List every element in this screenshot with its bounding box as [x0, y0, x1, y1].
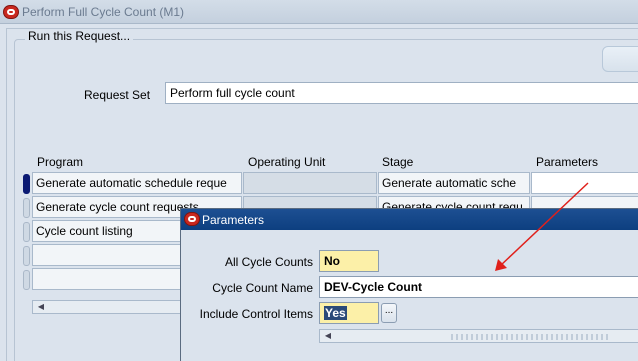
- table-cell-stage[interactable]: Generate automatic sche: [378, 172, 530, 194]
- window-titlebar[interactable]: Perform Full Cycle Count (M1): [0, 0, 638, 24]
- table-cell-program[interactable]: Generate automatic schedule reque: [32, 172, 242, 194]
- all-cycle-counts-field[interactable]: No: [319, 250, 379, 272]
- scroll-left-icon[interactable]: ◀: [35, 301, 47, 313]
- column-header-parameters: Parameters: [536, 155, 599, 169]
- record-indicator[interactable]: [23, 270, 30, 290]
- table-cell-operating-unit[interactable]: [243, 172, 377, 194]
- column-header-stage: Stage: [382, 155, 414, 169]
- request-set-label: Request Set: [84, 88, 151, 102]
- scrollbar-grip: [451, 334, 611, 340]
- request-set-field[interactable]: Perform full cycle count: [165, 82, 638, 104]
- record-indicator-current[interactable]: [23, 174, 30, 194]
- column-header-operating-unit: Operating Unit: [248, 155, 326, 169]
- dialog-title: Parameters: [202, 213, 265, 227]
- oracle-icon: [184, 212, 200, 226]
- dialog-titlebar[interactable]: Parameters: [181, 209, 638, 230]
- record-indicator[interactable]: [23, 222, 30, 242]
- cycle-count-name-label: Cycle Count Name: [212, 281, 313, 295]
- submit-button[interactable]: [602, 46, 638, 72]
- all-cycle-counts-label: All Cycle Counts: [224, 255, 313, 269]
- scroll-left-icon[interactable]: ◀: [322, 330, 334, 342]
- include-control-items-label: Include Control Items: [199, 307, 313, 321]
- table-horizontal-scrollbar[interactable]: ◀: [32, 300, 192, 314]
- window-title: Perform Full Cycle Count (M1): [22, 5, 185, 19]
- table-cell-parameters[interactable]: [531, 172, 638, 194]
- record-indicator[interactable]: [23, 198, 30, 218]
- cycle-count-name-field[interactable]: DEV-Cycle Count: [319, 276, 638, 298]
- main-window: Perform Full Cycle Count (M1) Run this R…: [0, 0, 638, 361]
- record-indicator[interactable]: [23, 246, 30, 266]
- column-header-program: Program: [37, 155, 84, 169]
- oracle-icon: [3, 5, 19, 19]
- include-control-items-field[interactable]: Yes: [319, 302, 379, 324]
- selected-value-text: Yes: [324, 306, 347, 320]
- group-legend: Run this Request...: [25, 29, 134, 43]
- list-of-values-button[interactable]: ...: [381, 303, 397, 323]
